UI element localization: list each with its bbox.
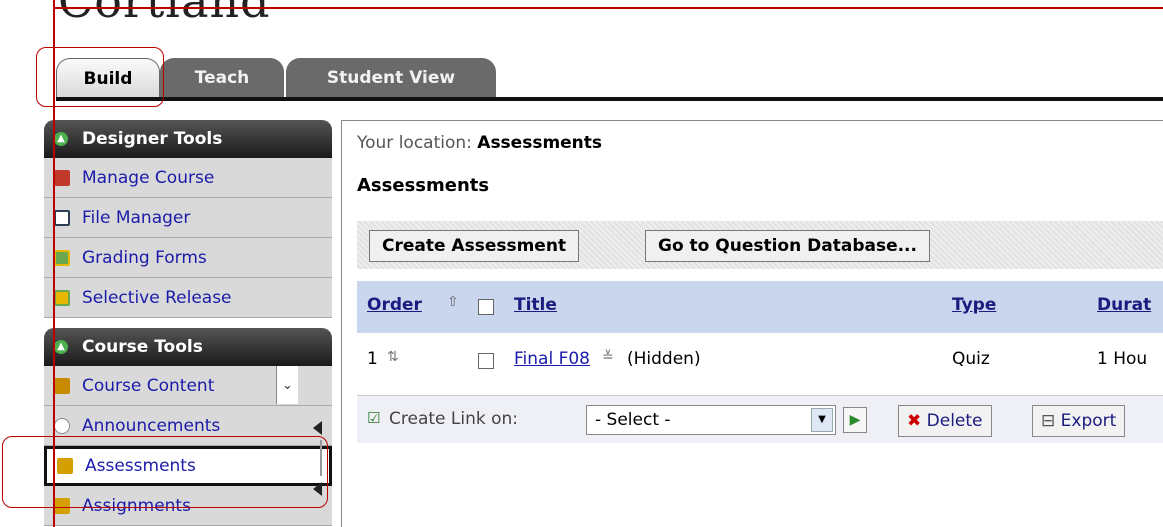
annotation-highlight-assessments: [2, 436, 328, 508]
row-checkbox[interactable]: [478, 353, 494, 369]
location-label: Your location:: [357, 133, 472, 153]
export-label: Export: [1060, 411, 1117, 431]
create-assessment-button[interactable]: Create Assessment: [369, 230, 580, 262]
table-header: Order ⇧ Title Type Durat: [357, 281, 1163, 333]
breadcrumb: Your location: Assessments: [357, 133, 602, 153]
sidebar-item-label: Grading Forms: [82, 248, 207, 268]
item-menu-icon[interactable]: ≚: [602, 349, 614, 365]
annotation-line: [53, 7, 1163, 9]
main-content: Your location: Assessments Assessments C…: [341, 120, 1163, 527]
sidebar-item-selective-release[interactable]: Selective Release: [44, 278, 332, 318]
tab-underline: [56, 97, 1163, 101]
manage-course-icon: [54, 170, 70, 186]
sidebar-item-manage-course[interactable]: Manage Course: [44, 158, 332, 198]
sidebar-item-label: File Manager: [82, 208, 191, 228]
sidebar-item-label: Selective Release: [82, 288, 232, 308]
reorder-icon[interactable]: ⇅: [387, 349, 399, 365]
duration-column-header[interactable]: Durat: [1097, 295, 1151, 315]
table-row: 1 ⇅ Final F08 ≚ (Hidden) Quiz 1 Hou: [357, 333, 1163, 389]
hidden-status: (Hidden): [627, 349, 701, 369]
course-tools-header[interactable]: ▲ Course Tools: [44, 328, 332, 366]
sidebar-item-label: Manage Course: [82, 168, 215, 188]
designer-tools-header[interactable]: ▲ Designer Tools: [44, 120, 332, 158]
sidebar-item-grading-forms[interactable]: Grading Forms: [44, 238, 332, 278]
collapse-sidebar-arrow-icon[interactable]: [313, 421, 322, 435]
sort-up-arrow-icon[interactable]: ⇧: [447, 294, 459, 310]
location-value: Assessments: [477, 133, 603, 153]
expand-chevron-icon[interactable]: ⌄: [276, 366, 298, 404]
toolbar: Create Assessment Go to Question Databas…: [357, 221, 1163, 269]
export-button[interactable]: ⊟ Export: [1032, 405, 1126, 437]
annotation-highlight-build-tab: [36, 47, 164, 107]
sidebar-item-label: Announcements: [82, 416, 221, 436]
grading-forms-icon: [54, 250, 70, 266]
order-column-header[interactable]: Order: [367, 295, 422, 315]
cortland-logo: Cortland: [58, 0, 271, 28]
question-database-button[interactable]: Go to Question Database...: [645, 230, 930, 262]
collapse-chevron-icon[interactable]: ▲: [54, 340, 68, 354]
designer-tools-title: Designer Tools: [82, 129, 223, 149]
select-all-checkbox[interactable]: [478, 299, 494, 315]
home-icon: [54, 378, 70, 394]
tab-bar: Build Teach Student View: [56, 58, 1163, 100]
chevron-down-icon[interactable]: ▼: [811, 408, 833, 432]
sidebar-item-course-content[interactable]: Course Content ⌄: [44, 366, 332, 406]
action-bar: ☑ Create Link on: - Select - ▼ ▶ ✖ Delet…: [357, 395, 1163, 443]
course-tools-title: Course Tools: [82, 337, 203, 357]
collapse-chevron-icon[interactable]: ▲: [54, 132, 68, 146]
order-value: 1: [367, 349, 378, 369]
export-icon: ⊟: [1041, 411, 1056, 431]
title-column-header[interactable]: Title: [514, 295, 557, 315]
sidebar-item-file-manager[interactable]: File Manager: [44, 198, 332, 238]
tab-teach[interactable]: Teach: [160, 58, 284, 98]
duration-value: 1 Hou: [1097, 349, 1148, 369]
selective-release-icon: [54, 290, 70, 306]
type-value: Quiz: [952, 349, 990, 369]
delete-button[interactable]: ✖ Delete: [898, 405, 992, 437]
assessment-title-link[interactable]: Final F08: [514, 349, 590, 369]
tab-student-view[interactable]: Student View: [286, 58, 496, 98]
go-button[interactable]: ▶: [843, 407, 867, 433]
create-link-label: Create Link on:: [389, 409, 519, 429]
type-column-header[interactable]: Type: [952, 295, 996, 315]
select-value: - Select -: [595, 410, 671, 430]
create-link-icon: ☑: [367, 409, 381, 427]
delete-label: Delete: [926, 411, 983, 431]
file-manager-icon: [54, 210, 70, 226]
announcements-icon: [54, 418, 70, 434]
delete-icon: ✖: [907, 411, 922, 431]
sidebar-item-label: Course Content: [82, 376, 215, 396]
create-link-select[interactable]: - Select - ▼: [586, 405, 836, 435]
page-title: Assessments: [357, 175, 490, 196]
